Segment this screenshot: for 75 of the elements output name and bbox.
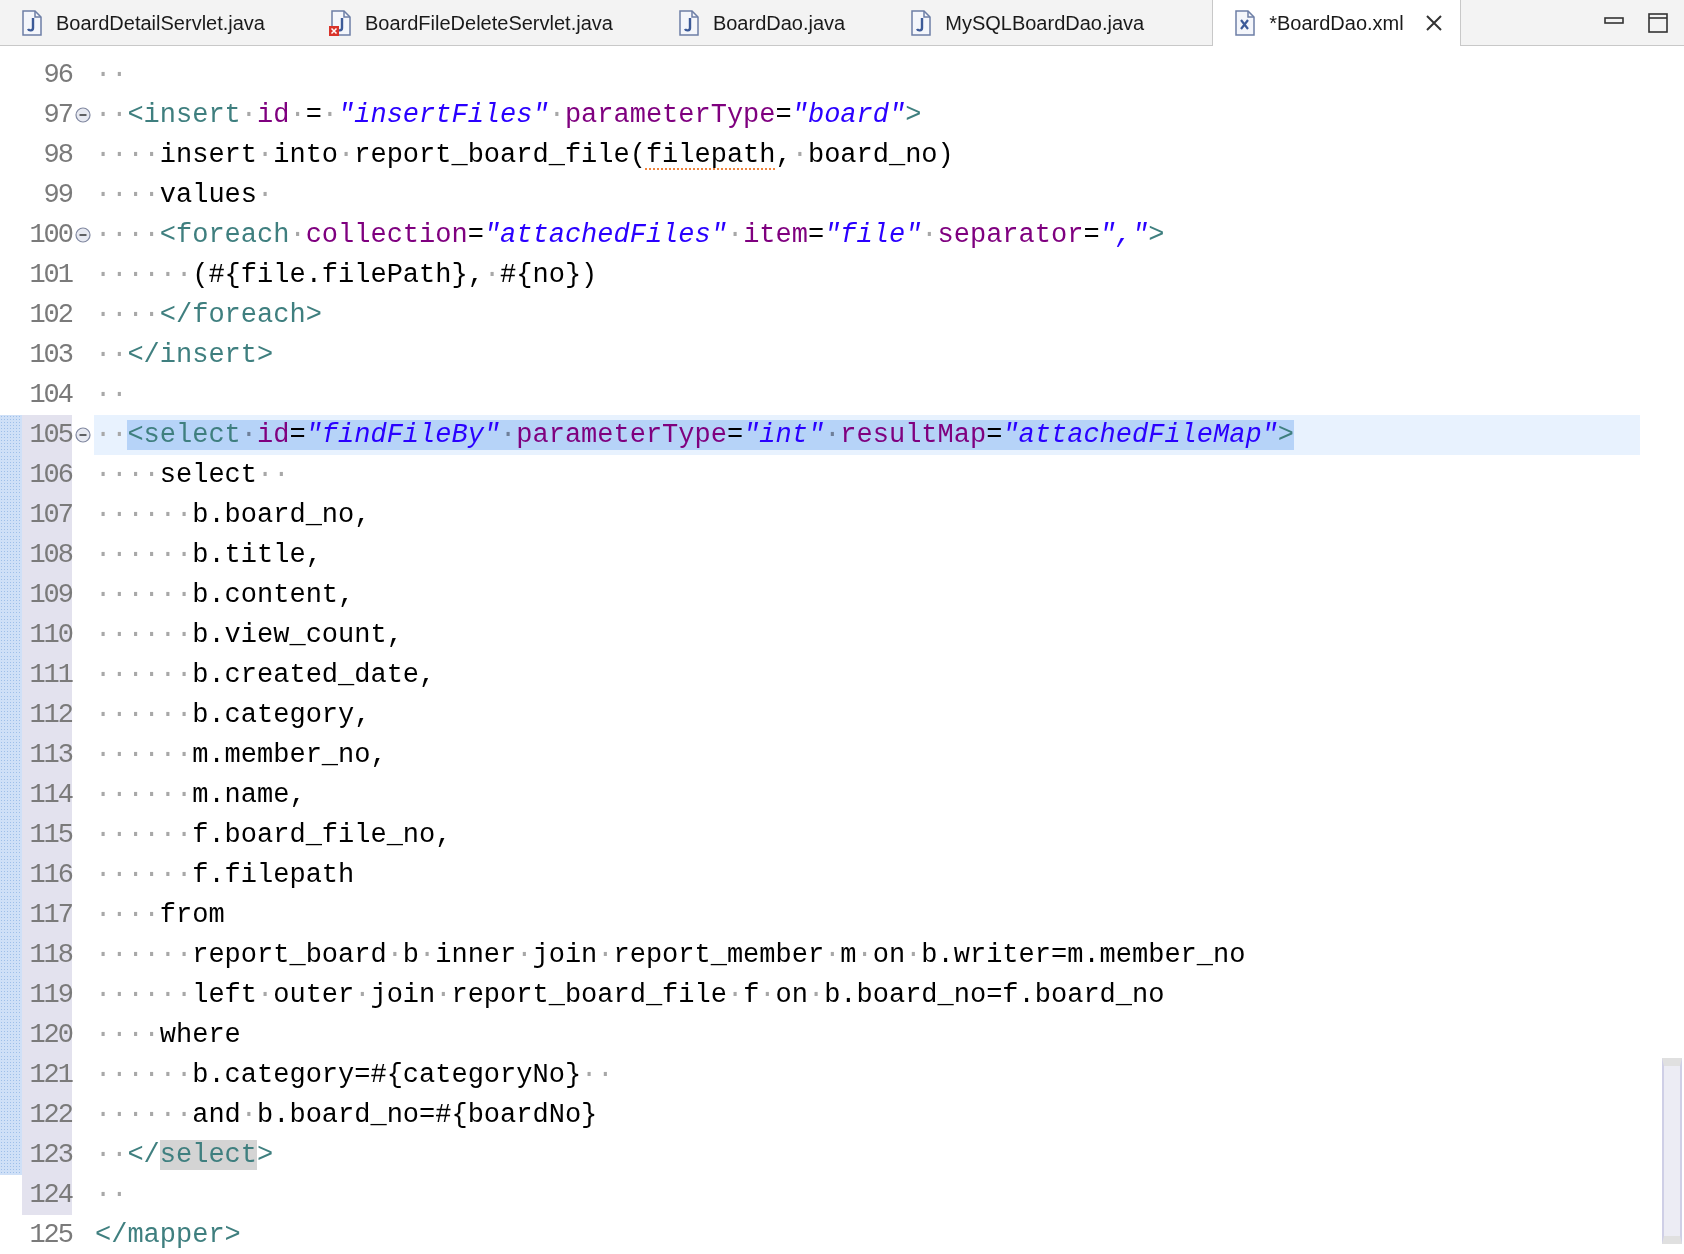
line-number: 123 — [22, 1135, 72, 1175]
maximize-icon[interactable] — [1648, 12, 1668, 33]
editor-tab[interactable]: *BoardDao.xml — [1212, 0, 1461, 46]
line-number: 122 — [22, 1095, 72, 1135]
java-file-icon — [909, 9, 934, 36]
line-number: 109 — [22, 575, 72, 615]
line-number: 103 — [28, 339, 72, 372]
scrollbar-thumb[interactable] — [1662, 1058, 1682, 1244]
code-line: ····insert·into·report_board_file(filepath,·board_no) — [95, 140, 954, 170]
line-number: 120 — [22, 1015, 72, 1055]
java-file-error-icon — [329, 9, 353, 36]
line-number: 112 — [22, 695, 72, 735]
line-number: 97 — [42, 99, 72, 132]
code-line: ······b.category, — [95, 700, 371, 730]
code-line: </mapper> — [95, 1220, 241, 1250]
code-line: ······m.name, — [95, 780, 306, 810]
collapse-icon[interactable] — [75, 227, 91, 243]
code-line: ·· — [95, 380, 128, 410]
line-number: 98 — [42, 139, 72, 172]
line-number: 117 — [22, 895, 72, 935]
line-number: 102 — [28, 299, 72, 332]
line-number: 104 — [28, 379, 72, 412]
line-number: 119 — [22, 975, 72, 1015]
code-line: ······b.view_count, — [95, 620, 403, 650]
code-line: ·· — [95, 60, 128, 90]
line-number: 121 — [22, 1055, 72, 1095]
line-number: 124 — [22, 1175, 72, 1215]
line-number: 114 — [22, 775, 72, 815]
code-line: ······b.title, — [95, 540, 322, 570]
code-line: ······f.board_file_no, — [95, 820, 452, 850]
line-number: 100 — [28, 219, 72, 252]
editor-tab[interactable]: BoardDetailServlet.java — [0, 0, 285, 45]
code-line: ······m.member_no, — [95, 740, 387, 770]
code-line: ····values· — [95, 180, 274, 210]
editor-tab[interactable]: BoardFileDeleteServlet.java — [309, 0, 633, 45]
code-line: ······b.content, — [95, 580, 355, 610]
line-number: 111 — [22, 655, 72, 695]
code-line: ······b.board_no, — [95, 500, 371, 530]
line-number: 113 — [22, 735, 72, 775]
code-line: ····from — [95, 900, 225, 930]
line-number: 110 — [22, 615, 72, 655]
editor-tab[interactable]: MySQLBoardDao.java — [889, 0, 1165, 45]
collapse-icon[interactable] — [75, 107, 91, 123]
code-line: ······report_board·b·inner·join·report_member·m·on·b.writer=m.member_no — [95, 940, 1246, 970]
code-line: ······and·b.board_no=#{boardNo} — [95, 1100, 598, 1130]
line-number: 116 — [22, 855, 72, 895]
code-line: ··</insert> — [95, 340, 274, 370]
close-icon[interactable] — [1423, 13, 1444, 33]
line-number: 106 — [22, 455, 72, 495]
code-line: ······(#{file.filePath},·#{no}) — [95, 260, 598, 290]
code-line: ······left·outer·join·report_board_file·f·on·b.board_no=f.board_no — [95, 980, 1165, 1010]
code-line: ······f.filepath — [95, 860, 355, 890]
line-number: 105 — [22, 415, 72, 455]
code-line: ······b.category=#{categoryNo}·· — [95, 1060, 614, 1090]
line-number: 96 — [42, 59, 72, 92]
line-number: 108 — [22, 535, 72, 575]
line-number: 101 — [28, 259, 72, 292]
line-number: 115 — [22, 815, 72, 855]
code-line: ····where — [95, 1020, 241, 1050]
line-number: 118 — [22, 935, 72, 975]
code-line: ····<foreach·collection="attachedFiles"·item="file"·separator=","> — [95, 220, 1165, 250]
java-file-icon — [676, 9, 701, 36]
java-file-icon — [20, 9, 44, 36]
line-number: 99 — [42, 179, 72, 212]
line-number: 125 — [28, 1219, 72, 1252]
code-line: ····select·· — [95, 460, 290, 490]
xml-file-icon — [1233, 10, 1258, 36]
code-line: ······b.created_date, — [95, 660, 436, 690]
code-line: ··<select·id="findFileBy"·parameterType="int"·resultMap="attachedFileMap"> — [95, 420, 1295, 450]
code-line: ··<insert·id·=·"insertFiles"·parameterType="board"> — [95, 100, 922, 130]
code-line: ·· — [95, 1180, 128, 1210]
collapse-icon[interactable] — [75, 427, 91, 443]
code-line: ····</foreach> — [95, 300, 322, 330]
line-number: 107 — [22, 495, 72, 535]
editor-tab[interactable]: BoardDao.java — [656, 0, 866, 45]
